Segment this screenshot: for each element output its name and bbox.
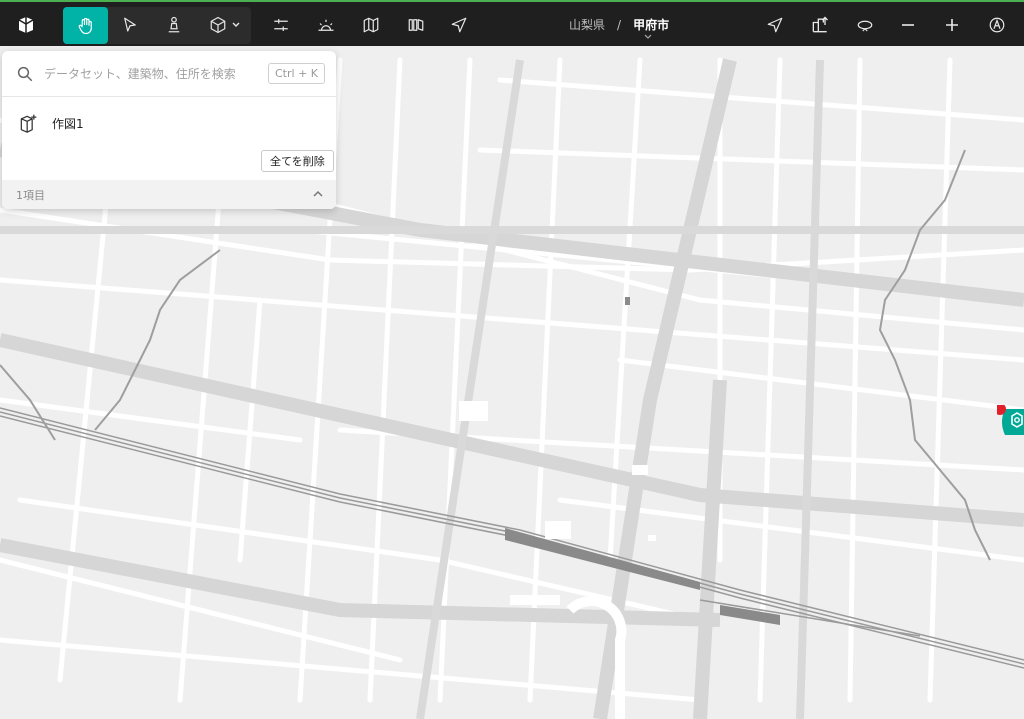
select-tool-button[interactable] xyxy=(112,6,148,44)
map-icon xyxy=(363,17,379,33)
chevron-down-icon[interactable] xyxy=(643,33,653,41)
share-button[interactable] xyxy=(444,6,474,44)
top-toolbar: 山梨県 / 甲府市 xyxy=(0,0,1024,46)
list-item-label: 作図1 xyxy=(52,116,84,131)
item-count: 1項目 xyxy=(16,188,45,202)
export-icon xyxy=(812,16,828,33)
hand-tool-button[interactable] xyxy=(63,7,108,44)
export-button[interactable] xyxy=(805,6,835,44)
breadcrumb-prefecture[interactable]: 山梨県 xyxy=(569,16,605,33)
logo-icon xyxy=(18,17,34,33)
plus-icon xyxy=(946,19,958,31)
panel-footer[interactable]: 1項目 xyxy=(2,180,336,209)
zoom-out-button[interactable] xyxy=(895,6,921,44)
chevron-up-icon[interactable] xyxy=(312,188,324,200)
marker-badge[interactable] xyxy=(1002,409,1024,435)
breadcrumb-city[interactable]: 甲府市 xyxy=(633,16,669,33)
breadcrumb: 山梨県 / 甲府市 xyxy=(569,16,669,33)
search-icon xyxy=(17,66,33,81)
cursor-icon xyxy=(124,17,136,32)
hand-icon xyxy=(78,17,92,34)
search-input[interactable] xyxy=(44,66,249,81)
search-shortcut-badge: Ctrl + K xyxy=(268,63,325,84)
rotate-button[interactable] xyxy=(850,6,880,44)
sun-button[interactable] xyxy=(311,6,341,44)
pedestrian-tool-button[interactable] xyxy=(156,6,192,44)
map-marker-icon[interactable] xyxy=(997,405,1024,437)
compass-icon xyxy=(989,17,1005,33)
chevron-down-icon xyxy=(232,22,240,27)
building-add-icon xyxy=(20,114,37,133)
map-button[interactable] xyxy=(356,6,386,44)
delete-all-button[interactable]: 全てを削除 xyxy=(261,150,334,172)
settings-sliders-icon xyxy=(274,19,288,31)
zoom-in-button[interactable] xyxy=(939,6,965,44)
layers-icon xyxy=(408,19,424,31)
settings-button[interactable] xyxy=(266,6,296,44)
search-panel: Ctrl + K 作図1 全てを削除 1項目 xyxy=(2,51,336,209)
compass-button[interactable] xyxy=(984,6,1010,44)
layers-button[interactable] xyxy=(401,6,431,44)
navigate-button[interactable] xyxy=(760,6,790,44)
object-tool-button[interactable] xyxy=(202,6,248,44)
breadcrumb-separator: / xyxy=(617,17,622,32)
send-icon xyxy=(451,17,467,33)
sunrise-icon xyxy=(318,19,334,31)
navigation-arrow-icon xyxy=(767,17,783,33)
app-logo[interactable] xyxy=(12,6,40,44)
rotate-icon xyxy=(857,20,873,32)
list-item[interactable]: 作図1 xyxy=(18,113,84,133)
cube-icon xyxy=(210,16,226,34)
minus-icon xyxy=(902,24,914,26)
pedestrian-icon xyxy=(168,16,180,33)
